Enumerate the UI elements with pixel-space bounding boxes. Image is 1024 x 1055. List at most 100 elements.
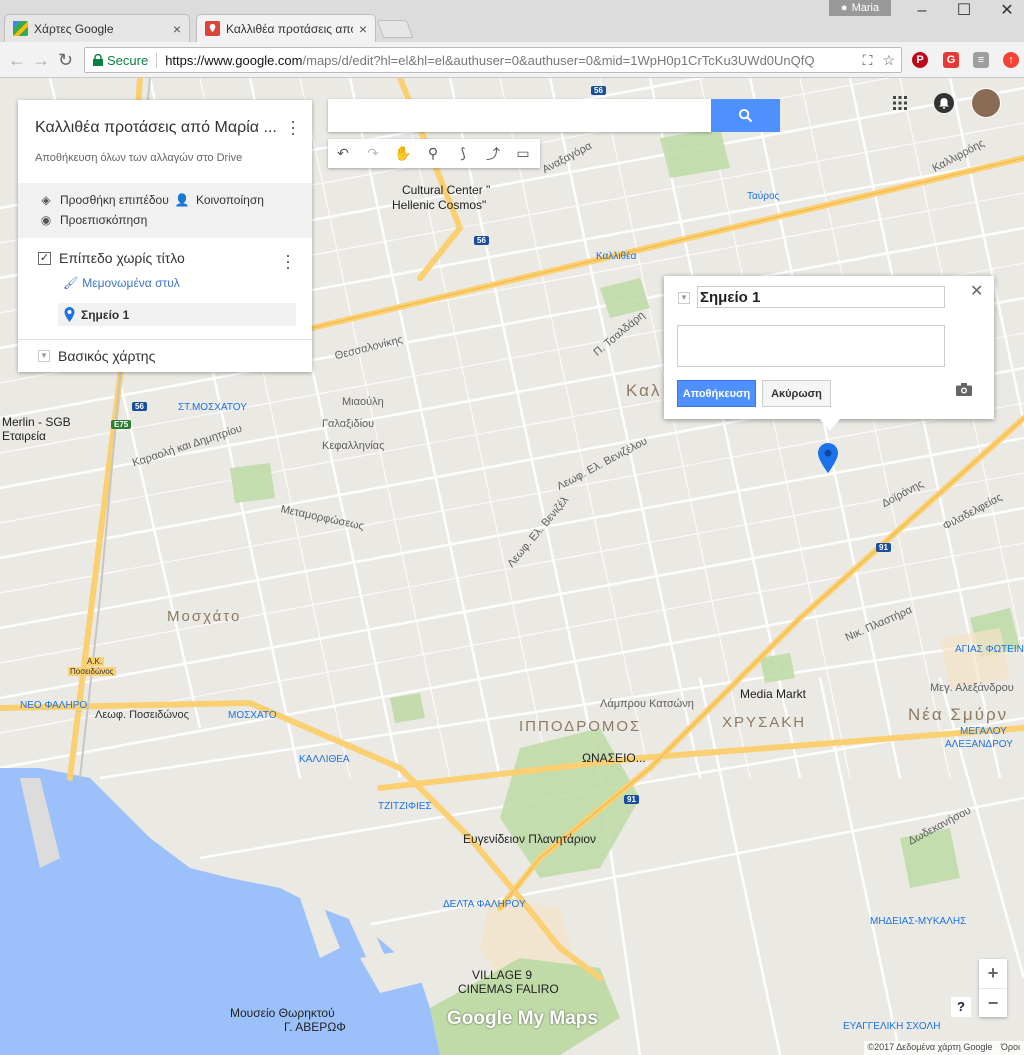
hand-icon[interactable]: ✋ [388, 139, 418, 168]
address-bar[interactable]: Secure https://www.google.com /maps/d/ed… [84, 47, 902, 73]
layer-name[interactable]: Επίπεδο χωρίς τίτλο [59, 250, 185, 266]
more-vert-icon[interactable]: · · · [286, 112, 300, 142]
poi-averof-museum-line2[interactable]: Γ. ΑΒΕΡΩΦ [284, 1020, 346, 1034]
profile-chip[interactable]: ● Maria [829, 0, 891, 16]
area-nea-smyrni: Νέα Σμύρν [908, 705, 1009, 724]
user-icon: ● [840, 2, 848, 14]
metro-kallithea[interactable]: Καλλιθέα [596, 251, 636, 262]
map-title[interactable]: Καλλιθέα προτάσεις από Μαρία ... [35, 119, 280, 137]
tab-my-maps[interactable]: Καλλιθέα προτάσεις απο × [196, 14, 376, 42]
search-icon [738, 108, 753, 123]
terms-link[interactable]: Όροι [1001, 1042, 1020, 1052]
tram-tzitzifies[interactable]: ΤΖΙΤΖΙΦΙΕΣ [378, 801, 432, 812]
metro-neo-faliro[interactable]: ΝΕΟ ΦΑΛΗΡΟ [20, 700, 87, 711]
avatar[interactable] [971, 88, 1001, 118]
map-legend-panel: Καλλιθέα προτάσεις από Μαρία ... · · · Απο… [18, 100, 312, 372]
feature-description-input[interactable] [677, 325, 945, 367]
road-lampros-katsoni: Λάμπρου Κατσώνη [600, 698, 694, 710]
layer-visibility-checkbox[interactable]: ✓ [38, 251, 51, 265]
zoom-control: + − [979, 959, 1007, 1017]
metro-moschato[interactable]: ΜΟΣΧΑΤΟ [228, 710, 277, 721]
translate-icon[interactable]: ⛶ [863, 52, 873, 69]
pinterest-icon[interactable]: P [912, 52, 928, 68]
help-icon[interactable]: ? [951, 997, 971, 1017]
expand-icon[interactable]: ▼ [38, 350, 50, 362]
feature-name-input[interactable] [697, 286, 945, 308]
undo-icon[interactable]: ↶ [328, 139, 358, 168]
search-input[interactable] [328, 99, 711, 132]
extension-upload-icon[interactable]: ↑ [1003, 52, 1019, 68]
back-icon[interactable]: ← [8, 50, 26, 71]
base-map-row[interactable]: ▼ Βασικός χάρτης [18, 339, 312, 372]
reload-icon[interactable]: ↻ [58, 50, 73, 71]
preview-button[interactable]: ◉ Προεπισκόπηση [38, 213, 148, 227]
save-status: Αποθήκευση όλων των αλλαγών στο Drive [35, 152, 243, 164]
metro-kallithea-station[interactable]: ΚΑΛΛΙΘΕΑ [299, 754, 350, 765]
close-tab-icon[interactable]: × [173, 21, 181, 37]
apps-grid-icon[interactable] [893, 96, 907, 110]
minimize-icon[interactable]: – [912, 2, 932, 22]
share-button[interactable]: 👤 Κοινοποίηση [174, 193, 264, 207]
camera-icon[interactable] [956, 383, 972, 396]
route-56-shield: 56 [474, 236, 489, 245]
cancel-button[interactable]: Ακύρωση [762, 380, 831, 407]
add-marker-icon[interactable]: ⚲ [418, 139, 448, 168]
close-icon[interactable]: ✕ [970, 281, 983, 301]
road-meg-alexandrou: Μεγ. Αλεξάνδρου [930, 682, 1014, 694]
poi-eugenideio[interactable]: Ευγενίδειον Πλανητάριον [463, 832, 596, 846]
poi-cultural-center-line2[interactable]: Hellenic Cosmos" [392, 198, 486, 212]
tram-megalou-alexandrou[interactable]: ΜΕΓΑΛΟΥ [960, 726, 1007, 737]
paint-roller-icon: 🖌 [63, 276, 79, 290]
notifications-icon[interactable] [934, 93, 954, 113]
route-e75-shield: E75 [111, 420, 132, 429]
tab-google-maps[interactable]: Χάρτες Google × [4, 14, 190, 42]
layer-options-icon[interactable]: · · · [281, 246, 295, 276]
tram-evaggeliki[interactable]: ΕΥΑΓΓΕΛΙΚΗ ΣΧΟΛΗ [843, 1021, 940, 1032]
poi-onaseio[interactable]: ΩΝΑΣΕΙΟ... [582, 751, 646, 765]
poi-village-cinemas[interactable]: VILLAGE 9 [472, 968, 532, 982]
feature-item[interactable]: Σημείο 1 [58, 303, 296, 326]
redo-icon[interactable]: ↷ [358, 139, 388, 168]
forward-icon[interactable]: → [32, 50, 50, 71]
junction-ak: Α.Κ. [85, 657, 105, 666]
close-tab-icon[interactable]: × [359, 21, 367, 37]
extension-g-icon[interactable]: G [943, 52, 959, 68]
search-button[interactable] [711, 99, 780, 132]
pin-icon [64, 307, 75, 322]
browser-tabstrip: Χάρτες Google × Καλλιθέα προτάσεις απο ×… [0, 0, 1024, 42]
road-posidonos: Λεωφ. Ποσειδώνος [95, 709, 189, 721]
secure-indicator[interactable]: Secure [93, 52, 158, 68]
directions-icon[interactable]: ⤴ [478, 139, 508, 168]
poi-averof-museum[interactable]: Μουσείο Θωρηκτού [230, 1006, 335, 1020]
zoom-out-button[interactable]: − [979, 988, 1007, 1017]
zoom-in-button[interactable]: + [979, 959, 1007, 988]
add-layer-button[interactable]: ◈ Προσθήκη επιπέδου [38, 193, 168, 207]
poi-media-markt[interactable]: Media Markt [740, 687, 806, 701]
poi-merlin-line2[interactable]: Εταιρεία [2, 429, 46, 443]
close-window-icon[interactable]: ✕ [997, 2, 1017, 22]
metro-st-moschatou[interactable]: ΣΤ.ΜΟΣΧΑΤΟΥ [178, 402, 247, 413]
draw-line-icon[interactable]: ⟆ [448, 139, 478, 168]
tram-delta-falirou[interactable]: ΔΕΛΤΑ ΦΑΛΗΡΟΥ [443, 899, 526, 910]
save-button[interactable]: Αποθήκευση [677, 380, 756, 407]
poi-village-cinemas-line2[interactable]: CINEMAS FALIRO [458, 982, 559, 996]
layer-header[interactable]: ✓ Επίπεδο χωρίς τίτλο [38, 250, 185, 266]
poi-merlin[interactable]: Merlin - SGB [2, 415, 71, 429]
map-pin-icon[interactable] [818, 443, 838, 473]
tram-megalou-alexandrou-line2[interactable]: ΑΛΕΞΑΝΔΡΟΥ [945, 739, 1013, 750]
route-91-shield: 91 [624, 795, 639, 804]
tram-mideias[interactable]: ΜΗΔΕΙΑΣ-ΜΥΚΑΛΗΣ [870, 916, 966, 927]
style-dropdown-icon[interactable]: ▼ [678, 292, 690, 304]
individual-styles-link[interactable]: 🖌 Μεμονωμένα στυλ [63, 276, 180, 290]
road-kefallinias: Κεφαλληνίας [322, 440, 385, 452]
bell-icon [939, 97, 949, 109]
tram-agias-foteinis[interactable]: ΑΓΙΑΣ ΦΩΤΕΙΝΗ [955, 644, 1024, 655]
metro-tavros[interactable]: Ταύρος [747, 191, 779, 202]
maximize-icon[interactable]: ☐ [954, 2, 974, 22]
extension-inbox-icon[interactable]: ≡ [973, 52, 989, 68]
new-tab-button[interactable] [376, 20, 414, 38]
ruler-icon[interactable]: ▭ [508, 139, 538, 168]
star-icon[interactable]: ☆ [882, 52, 895, 69]
poi-cultural-center[interactable]: Cultural Center " [402, 183, 490, 197]
area-kallithea: Καλ [626, 381, 662, 400]
